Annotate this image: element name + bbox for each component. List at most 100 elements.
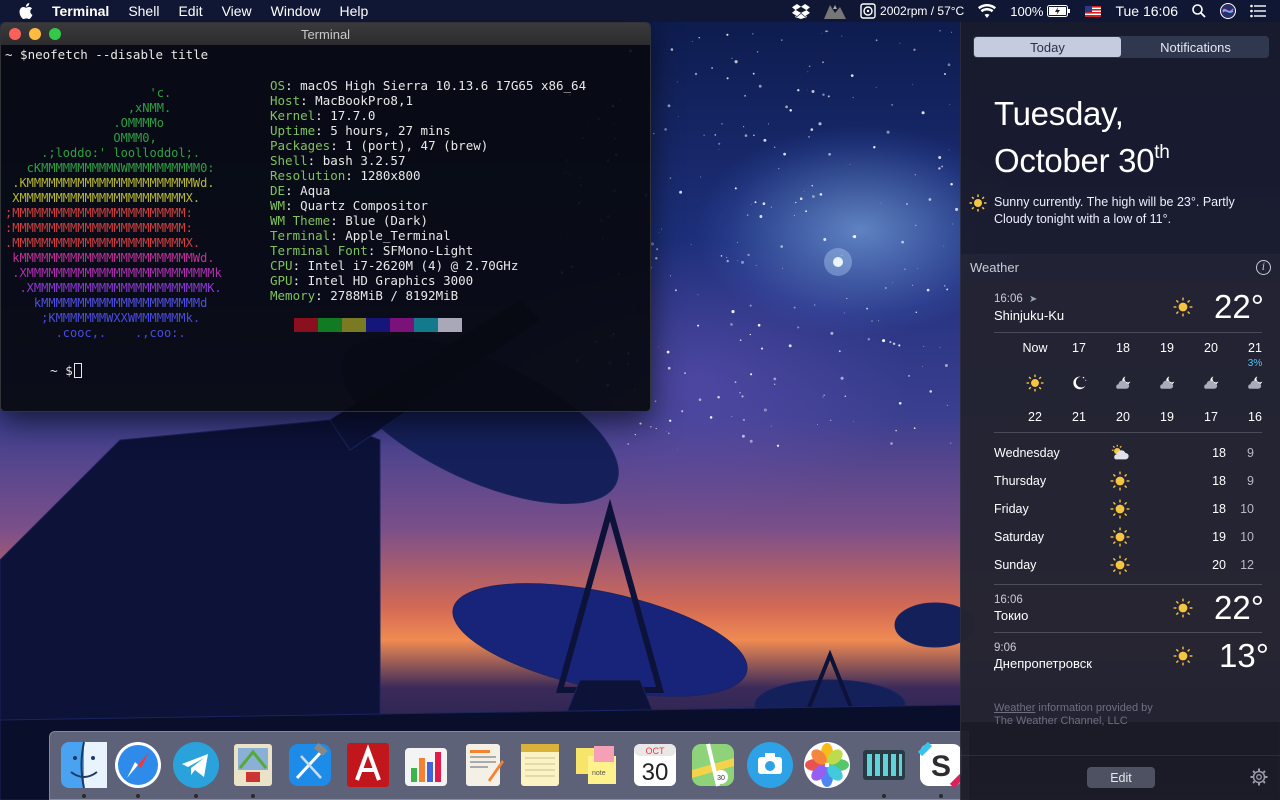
menu-app-name[interactable]: Terminal [52, 3, 109, 19]
safari-icon[interactable] [113, 740, 163, 790]
day-name: Saturday [994, 530, 1045, 544]
menu-shell[interactable]: Shell [128, 3, 159, 19]
daily-forecast-row: Friday 18 10 [994, 499, 1262, 519]
autocad-icon[interactable] [343, 740, 393, 790]
hourly-time: 18 [1116, 341, 1130, 355]
day-high: 19 [1212, 530, 1226, 544]
hourly-temperature: 20 [1116, 410, 1130, 424]
partly-cloudy-night-icon [1246, 374, 1264, 397]
menu-clock[interactable]: Tue 16:06 [1115, 3, 1178, 19]
screenshot-icon[interactable] [745, 740, 795, 790]
numbers-icon[interactable] [401, 740, 451, 790]
finder-icon[interactable] [59, 740, 109, 790]
sun-icon [1173, 297, 1193, 322]
day-high: 18 [1212, 474, 1226, 488]
info-value: MacBookPro8,1 [315, 93, 414, 108]
info-value: 17.7.0 [330, 108, 376, 123]
pages-icon[interactable] [458, 740, 508, 790]
terminal-content[interactable]: ~ $neofetch --disable title 'c. ,xNMM. .… [1, 45, 650, 411]
wifi-icon[interactable] [978, 4, 997, 18]
color-swatch [414, 318, 438, 332]
spotlight-search-icon[interactable] [1192, 4, 1206, 18]
day-name: Thursday [994, 474, 1047, 488]
terminal-titlebar[interactable]: Terminal [1, 23, 650, 45]
notification-center: Today Notifications Tuesday, October 30t… [960, 22, 1280, 800]
menu-help[interactable]: Help [339, 3, 368, 19]
sun-icon [1173, 646, 1193, 671]
weather-credit-link[interactable]: Weather [994, 702, 1035, 714]
xcode-icon[interactable] [285, 740, 335, 790]
location-name[interactable]: Shinjuku-Ku [994, 308, 1064, 323]
maps-icon[interactable]: 30 [688, 740, 738, 790]
running-indicator [194, 794, 198, 798]
calendar-icon[interactable]: OCT 30 [630, 740, 680, 790]
notes-icon[interactable] [515, 740, 565, 790]
window-close-button[interactable] [9, 28, 21, 40]
divider [994, 432, 1262, 433]
running-indicator [251, 794, 255, 798]
hourly-time: 20 [1204, 341, 1218, 355]
notification-center-icon[interactable] [1250, 4, 1266, 18]
info-key: CPU [270, 258, 293, 273]
istat-icon[interactable] [859, 740, 909, 790]
info-value: 5 hours, 27 mins [330, 123, 451, 138]
slack-icon[interactable]: S [916, 740, 966, 790]
mail-icon[interactable] [228, 740, 278, 790]
info-row: GPU: Intel HD Graphics 3000 [270, 273, 586, 288]
edit-button[interactable]: Edit [1087, 767, 1155, 788]
info-separator: : [315, 108, 331, 123]
info-separator: : [345, 168, 361, 183]
info-value: Quartz Compositor [300, 198, 429, 213]
fan-status[interactable]: 2002rpm / 57°C [860, 3, 964, 19]
fan-icon [860, 3, 876, 19]
battery-status[interactable]: 100% [1010, 4, 1071, 19]
info-row: Packages: 1 (port), 47 (brew) [270, 138, 586, 153]
shell-prompt: ~ $ [5, 348, 82, 393]
stickies-icon[interactable]: note [572, 740, 622, 790]
info-row: OS: macOS High Sierra 10.13.6 17G65 x86_… [270, 78, 586, 93]
battery-percent: 100% [1010, 3, 1044, 19]
day-low: 9 [1247, 474, 1254, 488]
battery-icon [1047, 5, 1071, 17]
ascii-logo-line: ;MMMMMMMMMMMMMMMMMMMMMMMM: [5, 206, 193, 220]
photos-icon[interactable] [802, 740, 852, 790]
day-low: 10 [1240, 502, 1254, 516]
menu-window[interactable]: Window [271, 3, 321, 19]
dock: note OCT 30 30 S [49, 731, 969, 800]
us-flag-icon[interactable] [1085, 5, 1102, 17]
location-name[interactable]: Токио [994, 608, 1028, 623]
info-key: OS [270, 78, 286, 93]
istat-menus-icon[interactable] [824, 3, 847, 19]
info-row: CPU: Intel i7-2620M (4) @ 2.70GHz [270, 258, 586, 273]
gear-icon[interactable] [1250, 768, 1268, 786]
day-high: 18 [1212, 502, 1226, 516]
telegram-icon[interactable] [171, 740, 221, 790]
info-icon[interactable]: i [1256, 260, 1271, 275]
hourly-temperature: 21 [1072, 410, 1086, 424]
info-row: WM Theme: Blue (Dark) [270, 213, 586, 228]
menu-view[interactable]: View [222, 3, 252, 19]
tab-today[interactable]: Today [974, 37, 1121, 57]
tab-notifications[interactable]: Notifications [1122, 36, 1269, 58]
hourly-time: 17 [1072, 341, 1086, 355]
window-zoom-button[interactable] [49, 28, 61, 40]
info-key: Resolution [270, 168, 346, 183]
terminal-window[interactable]: Terminal ~ $neofetch --disable title 'c.… [0, 22, 651, 412]
apple-menu-icon[interactable] [18, 0, 34, 22]
info-separator: : [367, 243, 383, 258]
window-minimize-button[interactable] [29, 28, 41, 40]
menu-edit[interactable]: Edit [178, 3, 202, 19]
info-value: 2788MiB / 8192MiB [330, 288, 459, 303]
running-indicator [882, 794, 886, 798]
info-row: Memory: 2788MiB / 8192MiB [270, 288, 586, 303]
info-row: Resolution: 1280x800 [270, 168, 586, 183]
sun-icon [1173, 598, 1193, 623]
dropbox-icon[interactable] [792, 3, 811, 19]
location-name[interactable]: Днепропетровск [994, 656, 1092, 671]
hourly-time: 21 [1248, 341, 1262, 355]
siri-icon[interactable] [1220, 3, 1236, 19]
partly-cloudy-night-icon [1158, 374, 1176, 397]
calendar-day: 30 [642, 759, 669, 786]
info-row: Shell: bash 3.2.57 [270, 153, 586, 168]
sun-icon [1110, 527, 1130, 550]
